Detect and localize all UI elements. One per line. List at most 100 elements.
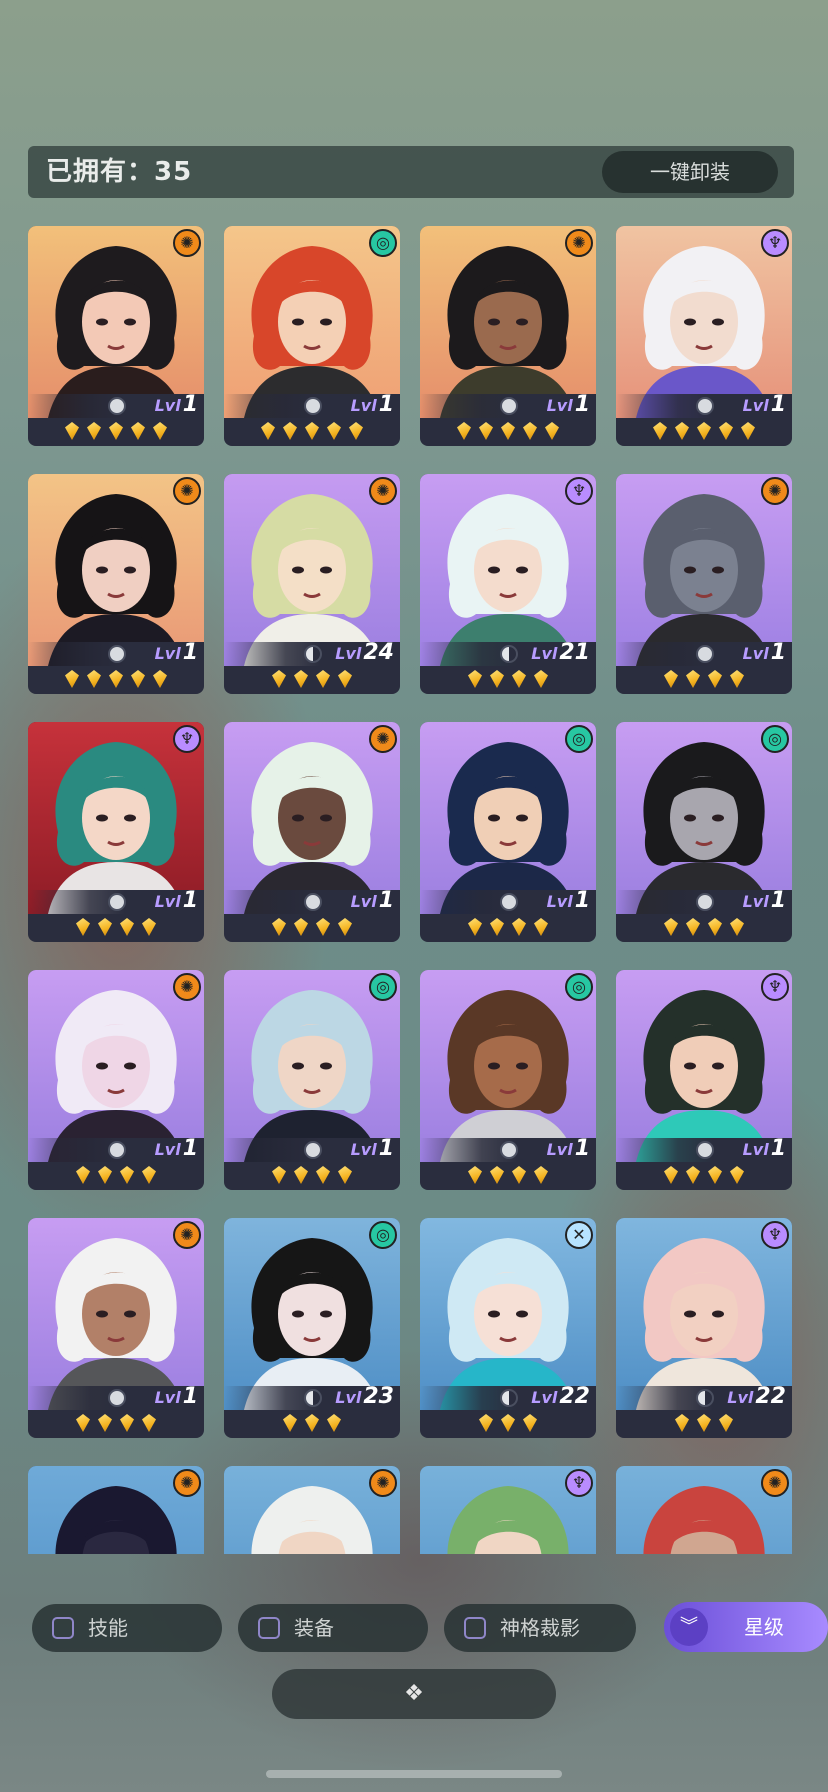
hero-card[interactable]: ♆ Lvl22 (616, 1218, 792, 1438)
hero-level: Lvl23 (335, 1384, 394, 1411)
collapse-panel-button[interactable]: ❖ (272, 1669, 556, 1719)
level-number: 23 (363, 1384, 394, 1409)
hero-card[interactable]: ♆ Lvl21 (420, 474, 596, 694)
star-gem-icon (349, 422, 363, 440)
star-gem-icon (305, 422, 319, 440)
hero-card[interactable]: ♆ (420, 1466, 596, 1554)
star-rating (420, 420, 596, 444)
star-gem-icon (87, 422, 101, 440)
level-number: 1 (770, 888, 786, 913)
hero-card[interactable]: ♆ Lvl1 (28, 722, 204, 942)
hero-card[interactable]: ♆ Lvl1 (616, 970, 792, 1190)
level-prefix: Lvl (350, 396, 377, 415)
progress-ring-icon (108, 1141, 126, 1159)
star-rating (616, 1164, 792, 1188)
hero-card[interactable]: ✺ Lvl24 (224, 474, 400, 694)
skill-checkbox[interactable] (52, 1617, 74, 1639)
hero-card[interactable]: ◎ Lvl1 (420, 722, 596, 942)
level-number: 1 (378, 392, 394, 417)
star-gem-icon (272, 670, 286, 688)
star-gem-icon (545, 422, 559, 440)
level-number: 1 (378, 888, 394, 913)
star-gem-icon (76, 1166, 90, 1184)
star-gem-icon (523, 1414, 537, 1432)
hero-card[interactable]: ✕ Lvl22 (420, 1218, 596, 1438)
hero-card[interactable]: ✺ (28, 1466, 204, 1554)
star-gem-icon (686, 918, 700, 936)
sort-star-level-button[interactable]: ︾ 星级 (664, 1602, 828, 1652)
hero-portrait (224, 474, 400, 666)
progress-ring-icon (696, 1389, 714, 1407)
level-number: 1 (182, 640, 198, 665)
star-gem-icon (708, 1166, 722, 1184)
progress-ring-icon (696, 893, 714, 911)
hero-level: Lvl1 (743, 1136, 786, 1163)
star-rating (224, 668, 400, 692)
level-prefix: Lvl (350, 1140, 377, 1159)
progress-ring-icon (304, 1389, 322, 1407)
top-bar: 已拥有：35 一键卸装 (28, 146, 794, 198)
mind-element-icon: ♆ (565, 477, 593, 505)
wave-element-icon: ◎ (369, 1221, 397, 1249)
level-number: 1 (574, 1136, 590, 1161)
star-gem-icon (131, 670, 145, 688)
hero-level: Lvl1 (155, 1384, 198, 1411)
star-gem-icon (294, 1166, 308, 1184)
hero-level: Lvl1 (351, 1136, 394, 1163)
hero-portrait (28, 474, 204, 666)
star-gem-icon (316, 918, 330, 936)
hero-card[interactable]: ♆ Lvl1 (616, 226, 792, 446)
star-gem-icon (512, 1166, 526, 1184)
filter-divinity-shadow[interactable]: 神格裁影 (444, 1604, 636, 1652)
hero-card[interactable]: ✺ Lvl1 (28, 970, 204, 1190)
filter-skill[interactable]: 技能 (32, 1604, 222, 1652)
hero-portrait (420, 226, 596, 418)
level-prefix: Lvl (350, 892, 377, 911)
star-gem-icon (534, 1166, 548, 1184)
hero-card[interactable]: ✺ (616, 1466, 792, 1554)
hero-portrait (224, 1218, 400, 1410)
level-prefix: Lvl (154, 892, 181, 911)
star-gem-icon (457, 422, 471, 440)
hero-card[interactable]: ✺ (224, 1466, 400, 1554)
star-rating (420, 1164, 596, 1188)
hero-card[interactable]: ◎ Lvl23 (224, 1218, 400, 1438)
equipment-checkbox[interactable] (258, 1617, 280, 1639)
wave-element-icon: ◎ (369, 229, 397, 257)
star-rating (28, 668, 204, 692)
progress-ring-icon (696, 1141, 714, 1159)
sun-element-icon: ✺ (173, 1221, 201, 1249)
hero-card[interactable]: ◎ Lvl1 (224, 226, 400, 446)
filter-equipment[interactable]: 装备 (238, 1604, 428, 1652)
star-gem-icon (512, 670, 526, 688)
star-gem-icon (272, 1166, 286, 1184)
star-gem-icon (142, 918, 156, 936)
hero-portrait (224, 970, 400, 1162)
star-rating (224, 1412, 400, 1436)
sun-element-icon: ✺ (761, 1469, 789, 1497)
hero-portrait (224, 722, 400, 914)
hero-card[interactable]: ◎ Lvl1 (616, 722, 792, 942)
hero-card[interactable]: ✺ Lvl1 (28, 1218, 204, 1438)
star-gem-icon (142, 1166, 156, 1184)
hero-portrait (420, 1218, 596, 1410)
hero-card[interactable]: ✺ Lvl1 (224, 722, 400, 942)
star-gem-icon (675, 422, 689, 440)
hero-card[interactable]: ✺ Lvl1 (28, 474, 204, 694)
diamond-cluster-icon: ❖ (404, 1681, 424, 1706)
hero-level: Lvl1 (155, 1136, 198, 1163)
hero-card[interactable]: ✺ Lvl1 (420, 226, 596, 446)
sun-element-icon: ✺ (173, 1469, 201, 1497)
star-gem-icon (730, 1166, 744, 1184)
hero-card[interactable]: ◎ Lvl1 (420, 970, 596, 1190)
mind-element-icon: ♆ (761, 973, 789, 1001)
level-prefix: Lvl (727, 1388, 754, 1407)
divinity-shadow-checkbox[interactable] (464, 1617, 486, 1639)
hero-card[interactable]: ✺ Lvl1 (616, 474, 792, 694)
star-gem-icon (664, 1166, 678, 1184)
hero-card[interactable]: ✺ Lvl1 (28, 226, 204, 446)
hero-portrait (616, 226, 792, 418)
star-gem-icon (131, 422, 145, 440)
hero-card[interactable]: ◎ Lvl1 (224, 970, 400, 1190)
unequip-all-button[interactable]: 一键卸装 (602, 151, 778, 193)
